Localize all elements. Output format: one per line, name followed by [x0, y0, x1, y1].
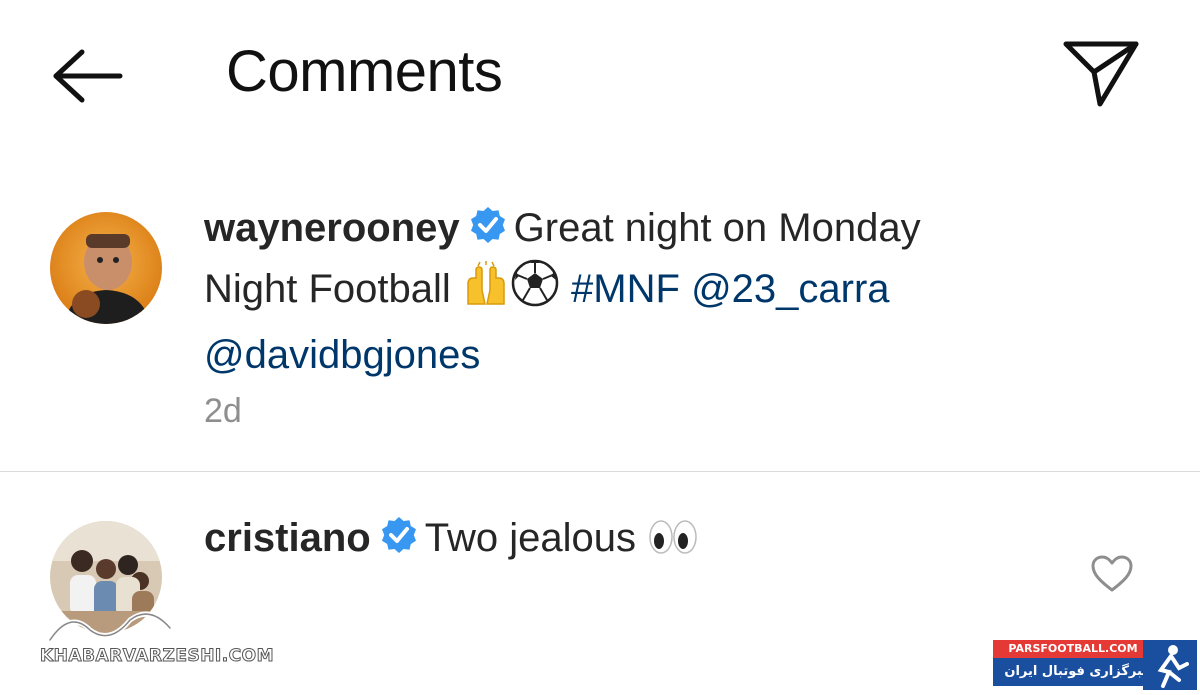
timestamp: 2d	[204, 392, 242, 430]
profile-picture-icon	[50, 212, 162, 324]
username[interactable]: cristiano	[204, 516, 371, 560]
watermark-calligraphy-icon	[47, 611, 173, 643]
mention-link[interactable]: @davidbgjones	[204, 333, 480, 377]
share-button[interactable]	[1062, 38, 1140, 110]
username[interactable]: waynerooney	[204, 206, 460, 250]
divider	[0, 471, 1200, 472]
verified-badge-icon	[379, 512, 419, 553]
avatar[interactable]	[50, 212, 162, 324]
heart-icon	[1091, 555, 1133, 592]
raising-hands-emoji-icon	[462, 260, 510, 325]
like-button[interactable]	[1090, 554, 1134, 594]
comment-text-block: cristiano Two jealous	[204, 508, 1024, 574]
back-arrow-icon	[53, 49, 123, 103]
comment-text: Two jealous	[424, 516, 636, 560]
watermark-player-icon	[1143, 640, 1197, 690]
watermark-badge: PARSFOOTBALL.COM خبرگزاری فوتبال ایران	[993, 640, 1200, 693]
mention-link[interactable]: @23_carra	[691, 267, 889, 311]
soccer-ball-emoji-icon	[510, 258, 560, 325]
watermark-tagline: خبرگزاری فوتبال ایران	[993, 658, 1163, 686]
caption-text-block: waynerooney Great night on Monday Night F…	[204, 198, 1024, 385]
back-button[interactable]	[50, 40, 126, 112]
eyes-emoji-icon	[647, 514, 699, 574]
hashtag-link[interactable]: #MNF	[571, 267, 680, 311]
page-title: Comments	[226, 39, 503, 104]
verified-badge-icon	[468, 202, 508, 243]
watermark-text: KHABARVARZESHI.COM	[39, 646, 275, 667]
paper-plane-icon	[1063, 41, 1139, 107]
watermark-site: PARSFOOTBALL.COM	[993, 640, 1153, 658]
comments-header: Comments	[0, 0, 1200, 150]
